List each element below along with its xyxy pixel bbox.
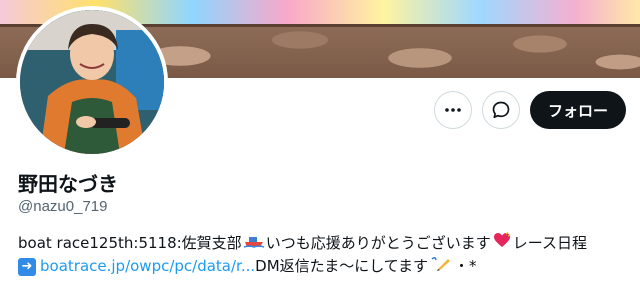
profile-actions: フォロー bbox=[433, 91, 626, 129]
speedboat-icon bbox=[243, 232, 264, 255]
avatar-photo bbox=[20, 10, 164, 154]
message-button[interactable] bbox=[481, 91, 520, 129]
more-button[interactable] bbox=[433, 91, 472, 129]
heart-icon bbox=[493, 232, 511, 255]
bio-text-3: レース日程 bbox=[512, 234, 587, 252]
writing-hand-icon bbox=[430, 255, 452, 278]
chat-bubble-icon bbox=[492, 101, 510, 119]
bio-link[interactable]: boatrace.jp/owpc/pc/data/r... bbox=[40, 255, 255, 278]
display-name: 野田なづき bbox=[18, 172, 118, 196]
bio-text-2: いつも応援ありがとうございます bbox=[265, 234, 491, 252]
bio-text-1: boat race125th:5118:佐賀支部 bbox=[18, 234, 242, 252]
bio-text-5: ・* bbox=[454, 257, 477, 275]
right-arrow-icon: ➜ bbox=[18, 257, 36, 276]
profile-bio: boat race125th:5118:佐賀支部 いつも応援ありがとうございます… bbox=[18, 232, 630, 278]
user-handle: @nazu0_719 bbox=[18, 198, 108, 215]
bio-line-1: boat race125th:5118:佐賀支部 いつも応援ありがとうございます… bbox=[18, 232, 630, 255]
bio-line-2: ➜ boatrace.jp/owpc/pc/data/r... DM返信たま〜に… bbox=[18, 255, 630, 278]
follow-button[interactable]: フォロー bbox=[529, 91, 626, 129]
ellipsis-icon bbox=[445, 108, 461, 112]
profile-avatar[interactable] bbox=[16, 6, 168, 158]
bio-text-4: DM返信たま〜にしてます bbox=[255, 257, 428, 275]
